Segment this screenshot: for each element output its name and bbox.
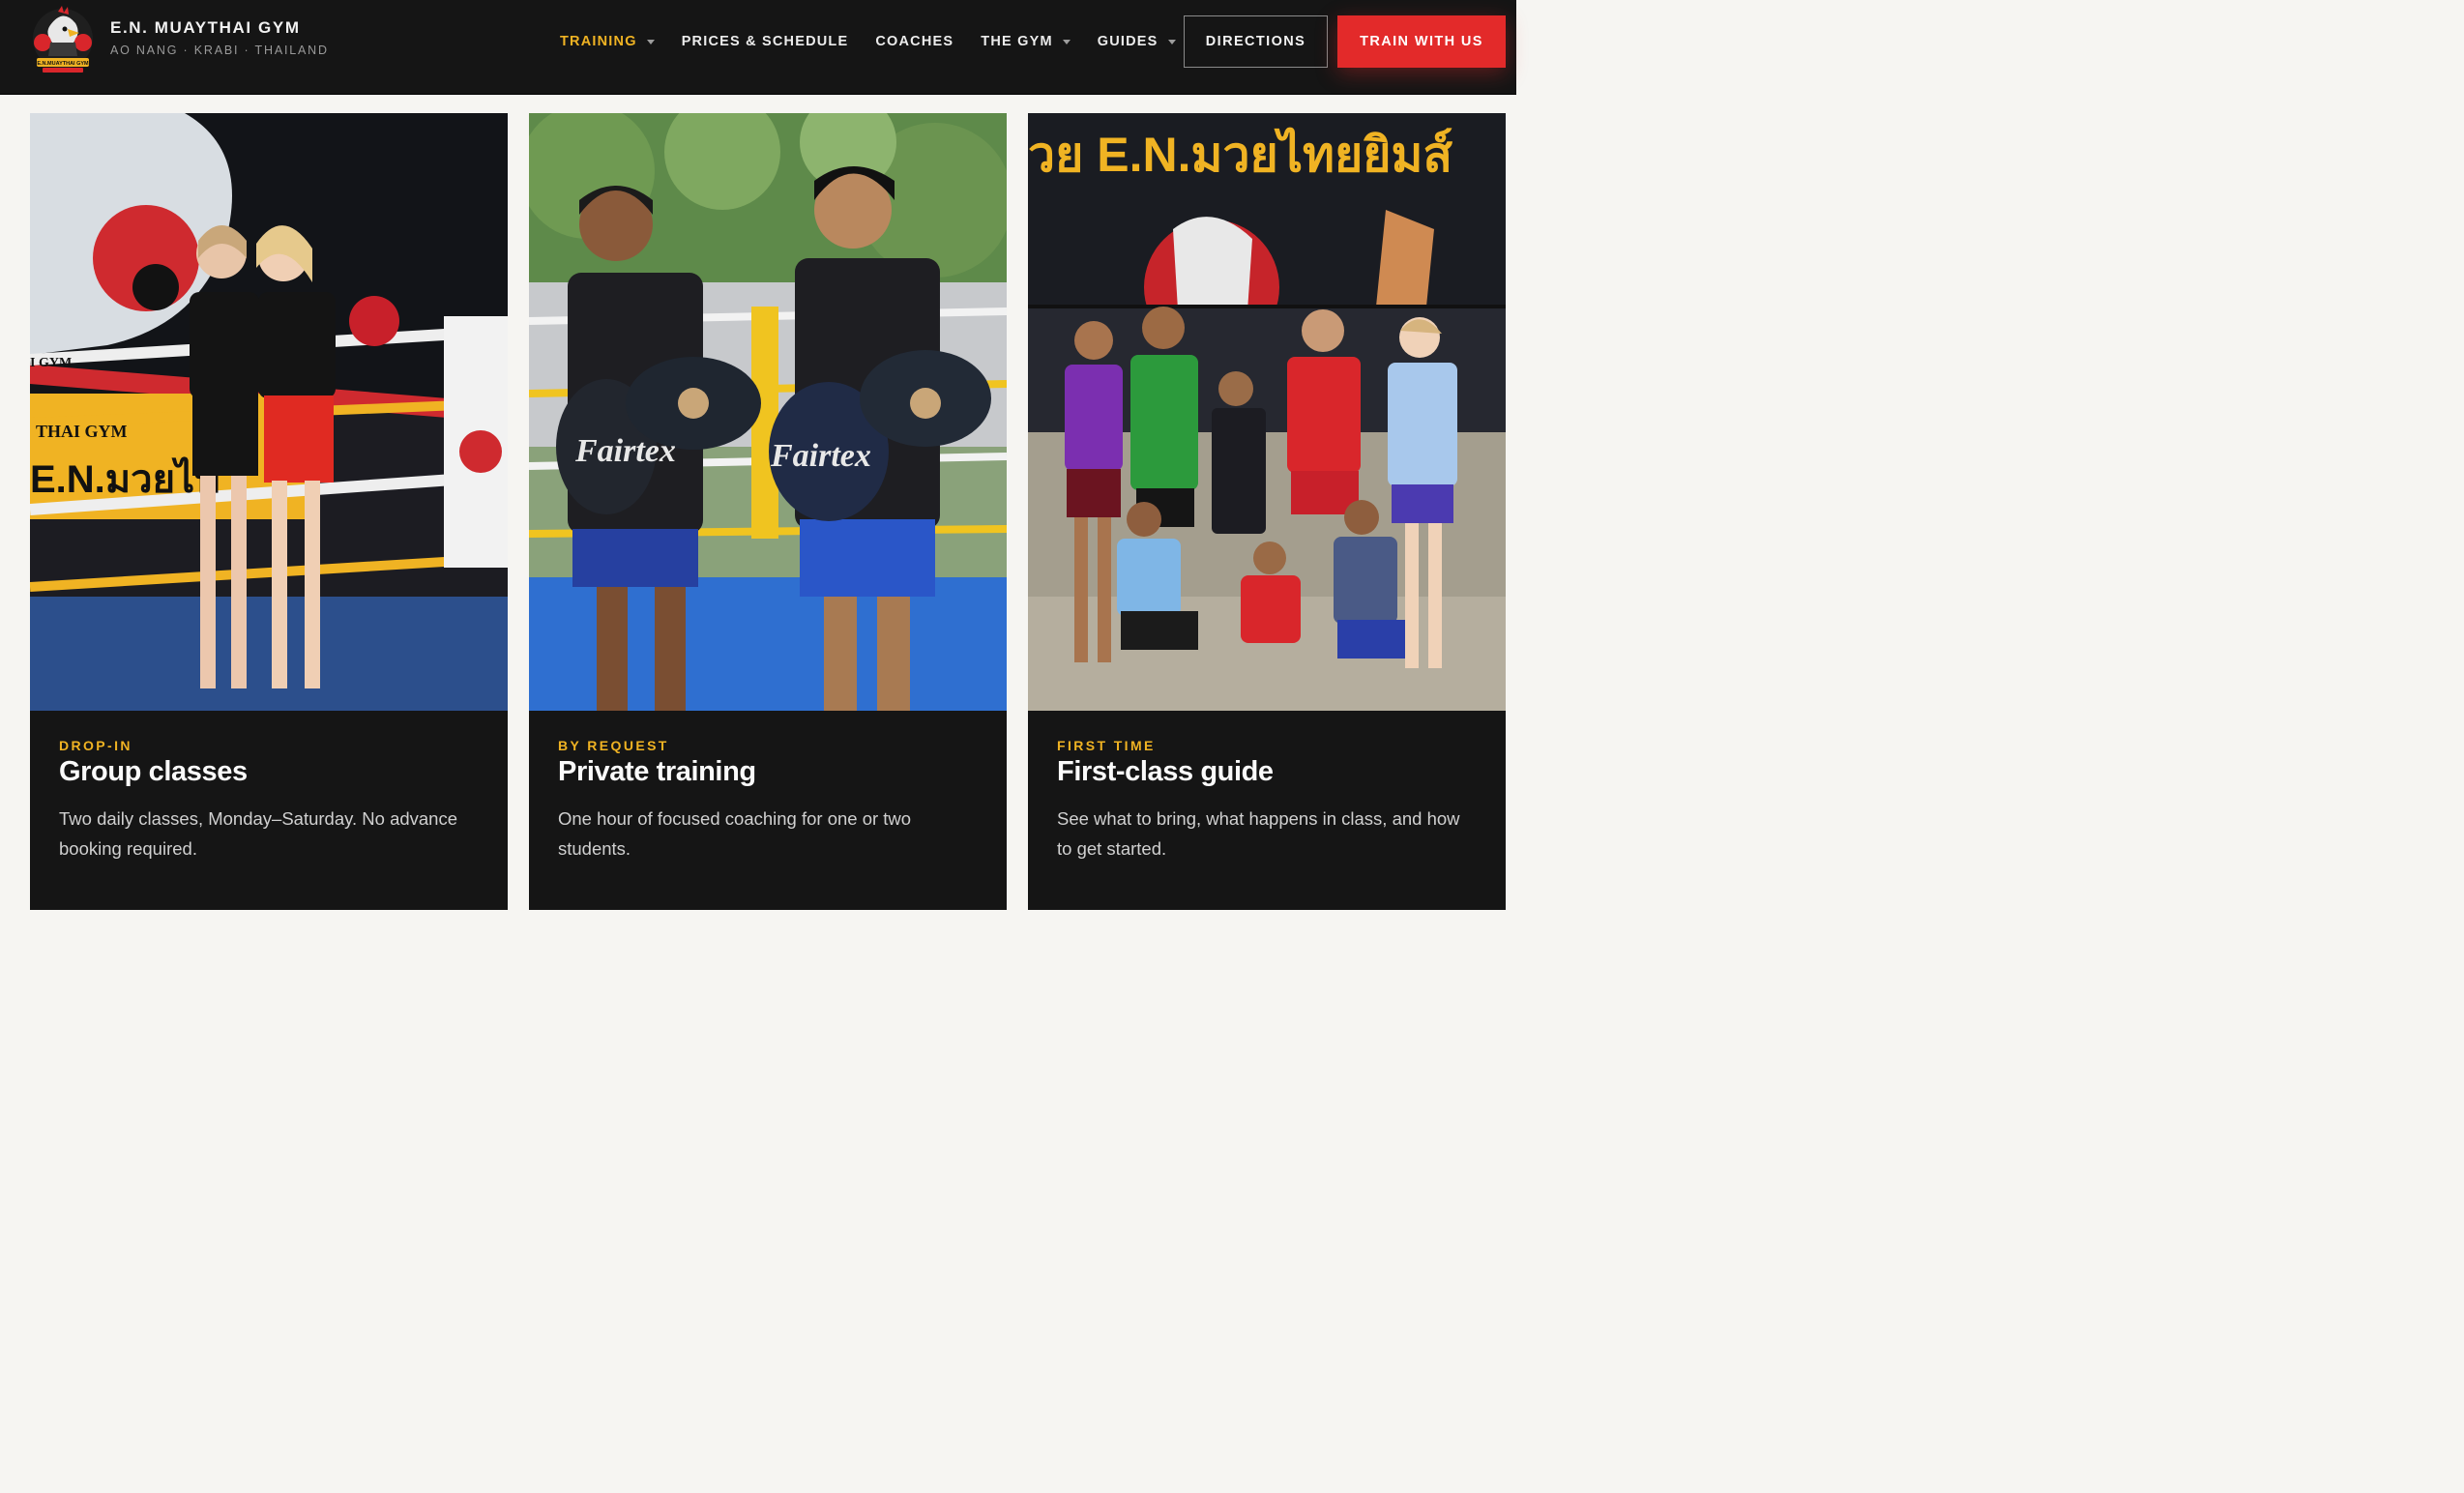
nav-prices-label: PRICES & SCHEDULE (681, 34, 849, 49)
nav-the-gym[interactable]: THE GYM (981, 34, 1071, 49)
card-title[interactable]: Private training (558, 756, 978, 788)
group-classes-photo: THAI GYM I GYM E.N.มวยไท (30, 113, 508, 711)
photo-text: THAI GYM (36, 422, 128, 441)
first-class-guide-photo: วย E.N.มวยไทยยิมส์ (1028, 113, 1506, 711)
photo-text: I GYM (30, 356, 72, 370)
card-title[interactable]: First-class guide (1057, 756, 1477, 788)
card-group-classes[interactable]: THAI GYM I GYM E.N.มวยไท DROP-IN Group c… (30, 113, 508, 910)
brand[interactable]: E.N.MUAYTHAI GYM E.N. MUAYTHAI GYM AO NA… (29, 4, 329, 77)
chevron-down-icon (646, 39, 655, 44)
nav-gym-label: THE GYM (981, 34, 1053, 49)
nav-coaches-label: COACHES (875, 34, 954, 49)
nav-guides-label: GUIDES (1097, 34, 1159, 49)
nav-prices-schedule[interactable]: PRICES & SCHEDULE (682, 34, 849, 49)
card-title[interactable]: Group classes (59, 756, 479, 788)
brand-location: AO NANG · KRABI · THAILAND (110, 44, 329, 57)
private-training-photo: Fairtex Fairtex (529, 113, 1007, 711)
train-with-us-button[interactable]: TRAIN WITH US (1337, 15, 1506, 68)
pad-brand-text: Fairtex (770, 438, 871, 474)
wall-sign-text: วย E.N.มวยไทยยิมส์ (1028, 127, 1452, 182)
nav-training-label: TRAINING (560, 34, 637, 49)
card-description: See what to bring, what happens in class… (1057, 808, 1460, 859)
nav-guides[interactable]: GUIDES (1098, 34, 1176, 49)
card-description: One hour of focused coaching for one or … (558, 808, 912, 859)
nav-coaches[interactable]: COACHES (875, 34, 953, 49)
card-description: Two daily classes, Monday–Saturday. No a… (59, 808, 458, 859)
card-private-training[interactable]: Fairtex Fairtex BY REQUEST Private train… (529, 113, 1007, 910)
pad-brand-text: Fairtex (574, 433, 676, 469)
brand-name[interactable]: E.N. MUAYTHAI GYM (110, 18, 329, 38)
card-eyebrow: FIRST TIME (1057, 738, 1156, 753)
site-header: E.N.MUAYTHAI GYM E.N. MUAYTHAI GYM AO NA… (0, 0, 1516, 95)
directions-button[interactable]: DIRECTIONS (1184, 15, 1328, 68)
nav-training[interactable]: TRAINING (560, 34, 655, 49)
gym-logo[interactable]: E.N.MUAYTHAI GYM (29, 4, 97, 77)
chevron-down-icon (1167, 39, 1176, 44)
card-eyebrow: DROP-IN (59, 738, 132, 753)
card-eyebrow: BY REQUEST (558, 738, 669, 753)
photo-text: E.N.มวยไท (30, 456, 220, 501)
logo-text: E.N.MUAYTHAI GYM (37, 61, 89, 67)
main-nav: TRAINING PRICES & SCHEDULE COACHES THE G… (560, 0, 1203, 83)
chevron-down-icon (1062, 39, 1071, 44)
card-first-class-guide[interactable]: วย E.N.มวยไทยยิมส์ FIRST TIME First-clas… (1028, 113, 1506, 910)
